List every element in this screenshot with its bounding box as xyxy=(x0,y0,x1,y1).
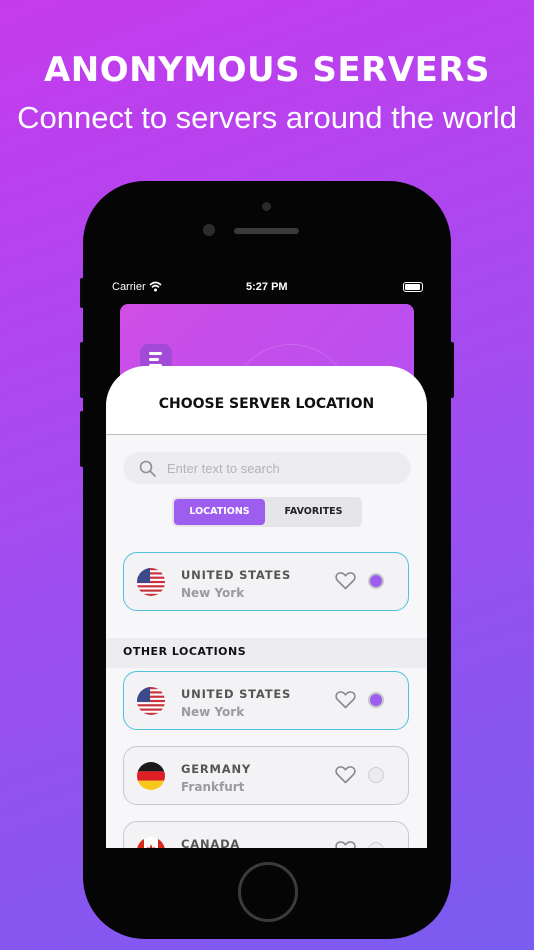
germany-flag-icon xyxy=(137,762,165,790)
sheet-title: CHOOSE SERVER LOCATION xyxy=(158,396,375,412)
location-city: Frankfurt xyxy=(181,780,245,794)
battery-icon xyxy=(403,282,423,292)
location-card-germany[interactable]: GERMANY Frankfurt xyxy=(123,746,409,805)
location-country: CANADA xyxy=(181,837,241,848)
search-input[interactable] xyxy=(167,459,397,477)
location-country: UNITED STATES xyxy=(181,687,292,701)
location-card-canada[interactable]: CANADA xyxy=(123,821,409,848)
location-radio[interactable] xyxy=(368,692,384,708)
tab-favorites[interactable]: FAVORITES xyxy=(267,499,360,525)
location-country: GERMANY xyxy=(181,762,252,776)
location-radio[interactable] xyxy=(368,767,384,783)
canada-flag-icon xyxy=(137,837,165,848)
server-location-sheet: CHOOSE SERVER LOCATION LOCATIONS FAVORIT… xyxy=(106,366,427,848)
home-button[interactable] xyxy=(238,862,298,922)
heart-icon[interactable] xyxy=(335,840,356,848)
status-carrier: Carrier xyxy=(112,281,146,293)
us-flag-icon xyxy=(137,568,165,596)
status-time: 5:27 PM xyxy=(246,281,288,293)
earpiece-speaker xyxy=(234,228,299,234)
heart-icon[interactable] xyxy=(335,765,356,784)
front-camera xyxy=(262,202,271,211)
promo-headline: ANONYMOUS SERVERS xyxy=(43,50,491,90)
location-card-united-states[interactable]: UNITED STATES New York xyxy=(123,671,409,730)
promo-subheadline: Connect to servers around the world xyxy=(17,100,517,135)
search-icon xyxy=(139,460,156,477)
location-radio[interactable] xyxy=(368,573,384,589)
current-location-card[interactable]: UNITED STATES New York xyxy=(123,552,409,611)
search-bar[interactable] xyxy=(123,452,411,484)
location-tabs: LOCATIONS FAVORITES xyxy=(172,497,362,527)
location-radio[interactable] xyxy=(368,842,384,848)
location-city: New York xyxy=(181,586,245,600)
location-country: UNITED STATES xyxy=(181,568,292,582)
location-city: New York xyxy=(181,705,245,719)
wifi-icon xyxy=(149,281,162,292)
other-locations-label: OTHER LOCATIONS xyxy=(123,645,247,658)
tab-locations[interactable]: LOCATIONS xyxy=(174,499,265,525)
heart-icon[interactable] xyxy=(335,690,356,709)
heart-icon[interactable] xyxy=(335,571,356,590)
sheet-header: CHOOSE SERVER LOCATION xyxy=(106,366,427,435)
proximity-sensor xyxy=(203,224,215,236)
us-flag-icon xyxy=(137,687,165,715)
